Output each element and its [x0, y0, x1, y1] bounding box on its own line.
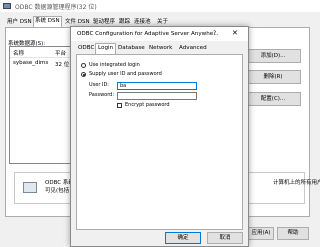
ok-button[interactable]: 确定 — [165, 232, 201, 244]
user-id-field[interactable] — [117, 82, 197, 90]
dsn-platform: 32 位 — [55, 62, 70, 68]
integrated-login-label[interactable]: Use integrated login — [89, 62, 140, 68]
dsn-name: sybase_dims — [13, 60, 49, 66]
column-header-name[interactable]: 名称 — [13, 49, 24, 57]
remove-button[interactable]: 删除(R) — [245, 70, 301, 84]
tab-database[interactable]: Database — [116, 44, 147, 53]
dialog-title: ODBC Configuration for Adaptive Server A… — [77, 31, 219, 37]
help-button[interactable]: 帮助 — [277, 227, 309, 240]
tab-network[interactable]: Network — [147, 44, 174, 53]
tab-odbc[interactable]: ODBC — [76, 44, 96, 53]
integrated-login-radio[interactable] — [81, 63, 86, 68]
database-icon — [23, 182, 37, 193]
tab-login[interactable]: Login — [95, 43, 117, 54]
user-id-label: User ID: — [89, 82, 109, 88]
password-label: Password: — [89, 92, 115, 98]
main-title-bar: ODBC 数据源管理程序(32 位) — [0, 0, 320, 12]
odbc-app-icon — [3, 3, 11, 9]
apply-button[interactable]: 应用(A) — [248, 227, 274, 240]
odbc-configuration-dialog: ODBC Configuration for Adaptive Server A… — [70, 26, 249, 247]
supply-credentials-radio[interactable] — [81, 72, 86, 77]
supply-credentials-label[interactable]: Supply user ID and password — [89, 71, 162, 77]
password-field[interactable] — [117, 92, 197, 100]
cancel-button[interactable]: 取消 — [207, 232, 243, 244]
main-window-title: ODBC 数据源管理程序(32 位) — [15, 4, 97, 11]
dsn-list-header: 名称 平台 — [10, 47, 76, 58]
list-item[interactable]: sybase_dims 32 位 — [10, 58, 76, 68]
encrypt-password-label[interactable]: Encrypt password — [125, 102, 170, 108]
tab-system-dsn[interactable]: 系统 DSN — [33, 16, 62, 27]
column-header-platform[interactable]: 平台 — [55, 49, 66, 57]
help-icon[interactable]: ? — [213, 30, 216, 37]
encrypt-password-checkbox[interactable] — [117, 103, 122, 108]
dialog-title-bar: ODBC Configuration for Adaptive Server A… — [71, 27, 248, 41]
add-button[interactable]: 添加(D)... — [245, 49, 301, 63]
configure-button[interactable]: 配置(C)... — [245, 92, 301, 106]
close-icon[interactable]: ✕ — [232, 29, 238, 37]
login-panel: Use integrated login Supply user ID and … — [76, 54, 243, 230]
system-dsn-list[interactable]: 名称 平台 sybase_dims 32 位 — [9, 46, 77, 164]
tab-advanced[interactable]: Advanced — [177, 44, 209, 53]
info-text-right: 计算机上的所有用户 — [273, 180, 320, 186]
